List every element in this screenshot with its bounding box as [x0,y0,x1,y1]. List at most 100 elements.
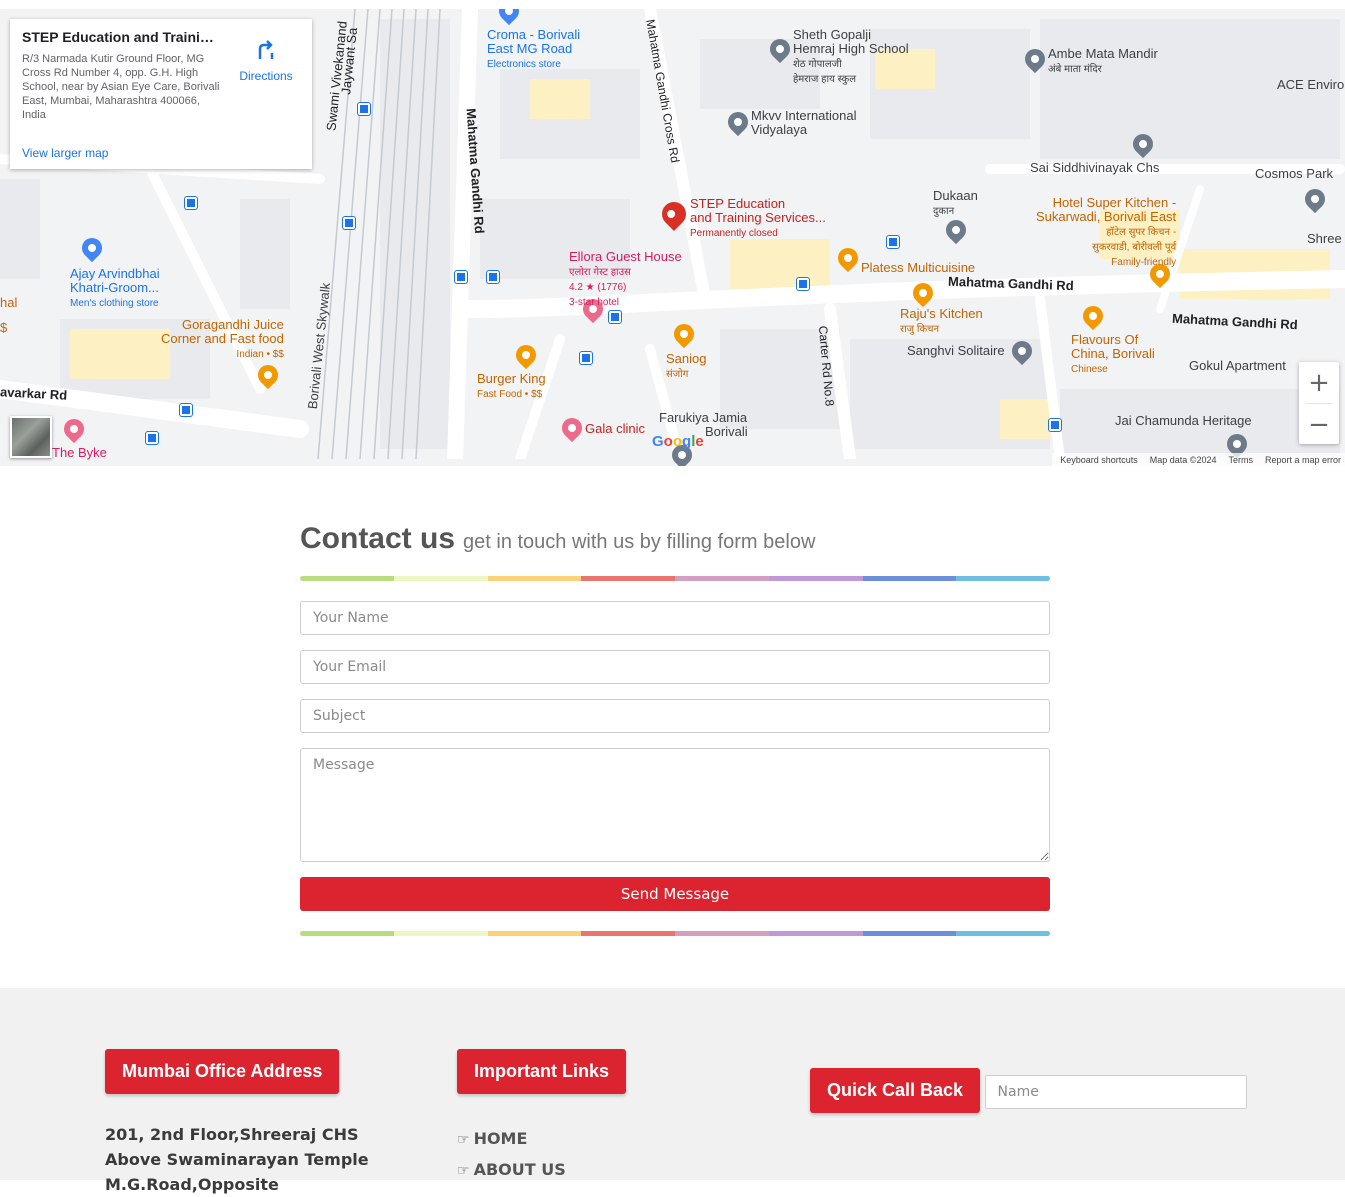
map-label[interactable]: Burger King Fast Food • $$ [477,372,546,401]
google-logo-letter: o [672,433,683,450]
map-label[interactable]: Raju's Kitchen राजु किचन [900,307,983,336]
map-label-step[interactable]: STEP Education and Training Services... Pe… [690,197,826,240]
embedded-map[interactable]: Croma - Borivali East MG Road Electronics … [0,0,1345,466]
map-label[interactable]: Ajay Arvindbhai Khatri-Groom... Men's clot… [70,267,160,310]
map-label-text: शेठ गोपालजी [793,59,842,70]
your-name-input[interactable] [300,601,1050,635]
map-label[interactable]: Borivali [705,425,748,439]
your-email-input[interactable] [300,650,1050,684]
map-label[interactable]: Croma - Borivali East MG Road Electronics … [487,28,580,71]
map-label[interactable]: Shree [1307,232,1342,246]
rainbow-segment [768,576,863,581]
map-label[interactable]: Gala clinic [585,422,645,436]
map-label-text: हेमराज हाय स्कुल [793,74,856,85]
map-label-text: Hotel Super Kitchen - [1052,195,1177,210]
google-logo-letter: e [695,433,704,450]
bus-stop-icon[interactable] [1049,419,1061,431]
map-label[interactable]: The Byke [52,446,107,460]
subject-input[interactable] [300,699,1050,733]
bus-stop-icon[interactable] [609,311,621,323]
map-label-text: 4.2 ★ (1776) [569,282,627,293]
map-label[interactable]: Farukiya Jamia [659,411,747,425]
map-label-text: and Training Services... [690,210,826,225]
footer-address-column: Mumbai Office Address 201, 2nd Floor,Shr… [105,1049,369,1197]
send-message-button[interactable]: Send Message [300,877,1050,911]
map-label-text: Men's clothing store [70,298,159,309]
map-label-text: Cosmos Park [1255,166,1334,181]
map-label-text: Family-friendly [1111,257,1177,268]
map-label[interactable]: ACE Enviro [1277,78,1344,92]
bus-stop-icon[interactable] [343,217,355,229]
footer: Mumbai Office Address 201, 2nd Floor,Shr… [0,988,1345,1194]
map-label-text: Jai Chamunda Heritage [1115,413,1252,428]
map-label[interactable]: Sheth Gopalji Hemraj High School शेठ गोपाल… [793,28,909,86]
place-title: STEP Education and Training ... [22,29,222,45]
directions-icon [236,39,296,66]
map-label[interactable]: Sanghvi Solitaire [907,344,1005,358]
view-larger-map-link[interactable]: View larger map [22,146,108,160]
message-textarea[interactable] [300,748,1050,862]
rainbow-segment [956,576,1050,581]
google-logo: Google [652,433,704,450]
footer-link-label: ABOUT US [473,1160,566,1179]
map-label-text: दुकान [933,206,955,217]
bus-stop-icon[interactable] [358,103,370,115]
rainbow-segment [393,576,488,581]
footer-link-home[interactable]: ☞ HOME [457,1124,626,1155]
map-label[interactable]: Sai Siddhivinayak Chs [1030,161,1159,175]
map-label-text: 3-star hotel [569,297,620,308]
bus-stop-icon[interactable] [487,271,499,283]
map-label-text: Dukaan [933,188,978,203]
satellite-toggle-thumbnail[interactable] [10,416,52,458]
google-logo-letter: G [652,433,664,450]
bus-stop-icon[interactable] [146,432,158,444]
rainbow-divider [300,576,1050,581]
keyboard-shortcuts-link[interactable]: Keyboard shortcuts [1060,455,1138,466]
bus-stop-icon[interactable] [455,271,467,283]
map-label-text: Gala clinic [585,421,645,436]
map-label[interactable]: Ellora Guest House एलोरा गेस्ट हाउस 4.2 ★ … [569,250,682,309]
map-label[interactable]: Cosmos Park [1255,167,1333,181]
zoom-in-button[interactable]: + [1299,362,1339,403]
directions-button[interactable]: Directions [236,39,296,83]
map-label-text: Vidyalaya [751,122,808,137]
map-label: hal [0,296,17,310]
bus-stop-icon[interactable] [180,404,192,416]
map-label[interactable]: Mkvv International Vidyalaya [751,109,857,137]
terms-link[interactable]: Terms [1228,455,1253,466]
map-label-text: Sheth Gopalji [793,27,872,42]
rainbow-segment [581,931,675,936]
rainbow-segment [487,576,582,581]
map-label[interactable]: Dukaan दुकान [933,189,978,218]
map-label[interactable]: Saniog संजोग [666,352,706,381]
hand-pointer-icon: ☞ [457,1163,470,1179]
map-label-text: Flavours Of [1071,332,1139,347]
footer-link-about-us[interactable]: ☞ ABOUT US [457,1155,626,1186]
bus-stop-icon[interactable] [185,197,197,209]
map-label-text: Croma - Borivali [487,27,581,42]
bus-stop-icon[interactable] [887,236,899,248]
map-label-text: Khatri-Groom... [70,280,159,295]
callback-heading: Quick Call Back [810,1068,981,1113]
callback-name-input[interactable] [984,1075,1247,1109]
map-label-text: Burger King [477,371,546,386]
map-label-text: Sanghvi Solitaire [907,343,1005,358]
map-label[interactable]: Platess Multicuisine [861,261,975,275]
zoom-out-button[interactable]: − [1299,404,1339,445]
report-map-error-link[interactable]: Report a map error [1265,455,1341,466]
map-label-text: संजोग [666,369,689,380]
contact-section: Contact us get in touch with us by filli… [300,522,1050,936]
map-label[interactable]: Gokul Apartment [1189,359,1286,373]
map-label-text: Ellora Guest House [569,249,682,264]
map-label-text: Borivali [705,424,748,439]
map-label[interactable]: Flavours Of China, Borivali Chinese [1071,333,1155,376]
map-label[interactable]: Hotel Super Kitchen - Sukarwadi, Borivali… [1036,196,1176,269]
map-label-text: Corner and Fast food [161,331,284,346]
map-label-text: STEP Education [690,196,786,211]
map-label[interactable]: Ambe Mata Mandir अंबे माता मंदिर [1048,47,1158,76]
bus-stop-icon[interactable] [580,352,592,364]
map-label-text: Fast Food • $$ [477,389,543,400]
bus-stop-icon[interactable] [797,278,809,290]
map-label[interactable]: Jai Chamunda Heritage [1115,414,1252,428]
map-label[interactable]: Goragandhi Juice Corner and Fast food Indi… [161,318,284,361]
